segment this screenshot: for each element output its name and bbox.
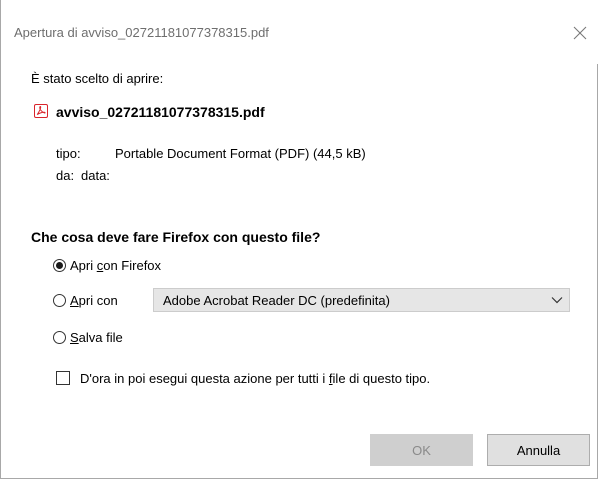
radio-button[interactable] <box>53 258 66 272</box>
action-question: Che cosa deve fare Firefox con questo fi… <box>31 229 321 245</box>
open-file-dialog: Apertura di avviso_02721181077378315.pdf… <box>0 0 598 479</box>
radio-save-file[interactable]: Salva file <box>53 328 123 346</box>
ok-button[interactable]: OK <box>370 434 473 466</box>
chevron-down-icon <box>551 297 563 304</box>
from-value: data: <box>81 168 110 183</box>
selected-application: Adobe Acrobat Reader DC (predefinita) <box>163 293 390 308</box>
cancel-button[interactable]: Annulla <box>487 434 590 466</box>
radio-open-with-firefox[interactable]: Apri con Firefox <box>53 256 161 274</box>
file-name: avviso_02721181077378315.pdf <box>56 104 265 120</box>
from-label: da: <box>56 168 75 183</box>
close-button[interactable] <box>569 22 591 44</box>
remember-choice-checkbox[interactable] <box>56 371 70 385</box>
type-value: Portable Document Format (PDF) (44,5 kB) <box>115 146 366 161</box>
window-title: Apertura di avviso_02721181077378315.pdf <box>14 25 269 40</box>
remember-choice-checkbox-row[interactable]: D'ora in poi esegui questa azione per tu… <box>56 370 430 386</box>
title-bar: Apertura di avviso_02721181077378315.pdf <box>1 0 598 64</box>
pdf-file-icon <box>34 104 48 118</box>
radio-open-with-app[interactable]: Apri con <box>53 291 118 309</box>
radio-button[interactable] <box>53 293 66 307</box>
type-label: tipo: <box>56 146 81 161</box>
radio-button[interactable] <box>53 330 66 344</box>
radio-label: Apri con <box>70 292 118 308</box>
remember-choice-label: D'ora in poi esegui questa azione per tu… <box>80 370 431 386</box>
radio-label: Salva file <box>70 329 123 345</box>
radio-label: Apri con Firefox <box>70 257 162 273</box>
close-icon <box>573 26 587 40</box>
application-select[interactable]: Adobe Acrobat Reader DC (predefinita) <box>153 288 570 312</box>
intro-text: È stato scelto di aprire: <box>31 71 164 86</box>
